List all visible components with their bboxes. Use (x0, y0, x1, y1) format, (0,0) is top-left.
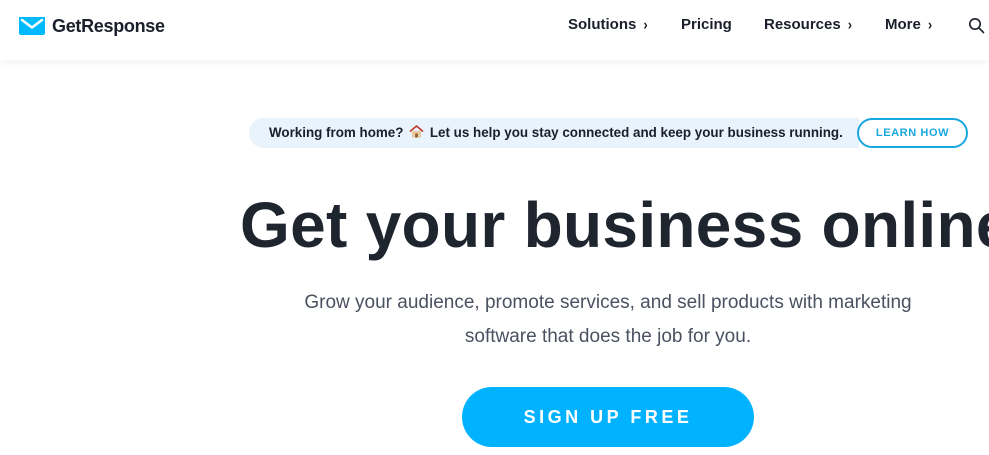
brand-logo[interactable]: GetResponse (18, 14, 165, 38)
nav-pricing[interactable]: Pricing (681, 16, 732, 33)
envelope-logo-icon (19, 17, 45, 35)
page: GetResponse Solutions › Pricing Resource… (0, 0, 989, 455)
nav-pricing-label: Pricing (681, 16, 732, 33)
nav-resources-label: Resources (764, 16, 841, 33)
chevron-right-icon: › (927, 16, 933, 33)
chevron-right-icon: › (643, 16, 648, 33)
hero-title: Get your business online (240, 189, 989, 261)
chevron-right-icon: › (847, 16, 853, 33)
nav-resources[interactable]: Resources › (764, 16, 852, 33)
banner-text-lead: Working from home? (269, 125, 404, 140)
house-icon (409, 125, 424, 138)
nav-solutions-label: Solutions (568, 16, 637, 33)
hero-subtitle: Grow your audience, promote services, an… (304, 292, 912, 347)
sign-up-free-button[interactable]: SIGN UP FREE (462, 387, 754, 447)
nav-more[interactable]: More › (885, 16, 932, 33)
brand-name: GetResponse (52, 15, 165, 36)
banner-message: Working from home? Let us help you stay … (269, 125, 843, 140)
nav-more-label: More (885, 16, 921, 33)
learn-how-button[interactable]: LEARN HOW (857, 118, 968, 148)
nav-solutions[interactable]: Solutions › (568, 16, 648, 33)
banner-text-rest: Let us help you stay connected and keep … (429, 125, 843, 140)
site-header: GetResponse Solutions › Pricing Resource… (0, 0, 989, 60)
search-icon[interactable] (968, 17, 985, 34)
